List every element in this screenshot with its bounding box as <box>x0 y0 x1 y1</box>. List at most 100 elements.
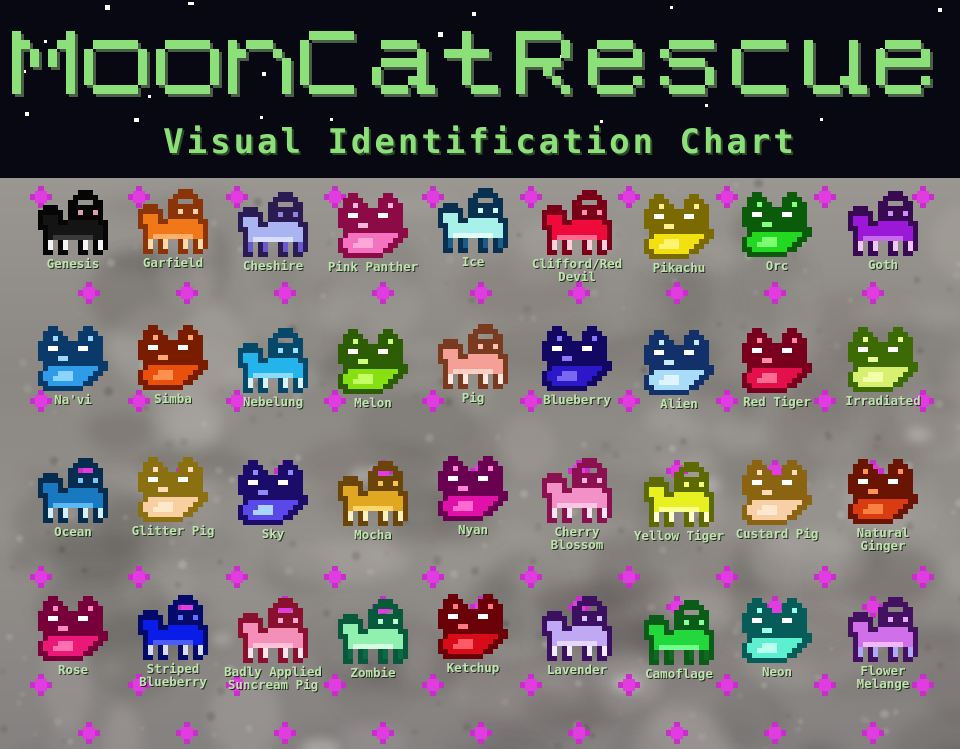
cat-card[interactable]: Na'vi <box>18 326 128 406</box>
cat-name-label: Camoflage <box>645 666 713 681</box>
cat-name-label: Pig <box>461 390 485 405</box>
cat-card[interactable]: Neon <box>722 598 832 678</box>
cat-card[interactable]: Orc <box>722 192 832 272</box>
cat-sprite <box>848 459 918 524</box>
cat-name-label: Melon <box>354 395 392 410</box>
cat-sprite <box>438 324 508 389</box>
cat-card[interactable]: Pink Panther <box>318 193 428 273</box>
cat-name-label: Nebelung <box>242 394 304 409</box>
cat-card[interactable]: Goth <box>828 191 938 271</box>
cat-sprite <box>338 599 408 664</box>
cat-sprite <box>438 188 508 253</box>
cat-sprite <box>138 189 208 254</box>
cat-name-label: Neon <box>761 664 793 679</box>
cat-card[interactable]: Cheshire <box>218 192 328 272</box>
cat-sprite <box>38 596 108 661</box>
cat-name-label: Pikachu <box>652 260 706 275</box>
cat-card[interactable]: Nebelung <box>218 328 328 408</box>
cat-name-label: Red Tiger <box>743 394 811 409</box>
cat-name-label: Rose <box>57 662 89 677</box>
cat-card[interactable]: Genesis <box>18 190 128 270</box>
mooncat-identification-chart: Visual Identification Chart Genesis Garf… <box>0 0 960 749</box>
cat-name-label: Sky <box>261 526 285 541</box>
cat-sprite <box>238 328 308 393</box>
cat-name-label: Clifford/Red Devil <box>531 256 623 284</box>
cat-card[interactable]: Lavender <box>522 596 632 676</box>
page-title <box>0 14 960 119</box>
cat-card[interactable]: Custard Pig <box>722 460 832 540</box>
cat-sprite <box>238 598 308 663</box>
cat-sprite <box>338 329 408 394</box>
cat-card[interactable]: Irradiated <box>828 327 938 407</box>
cat-card[interactable]: Camoflage <box>624 600 734 680</box>
cat-name-label: Custard Pig <box>735 526 819 541</box>
cat-sprite <box>38 326 108 391</box>
cat-card[interactable]: Zombie <box>318 599 428 679</box>
cat-card[interactable]: Blueberry <box>522 326 632 406</box>
cat-name-label: Irradiated <box>845 393 921 408</box>
cat-name-label: Glitter Pig <box>131 523 215 538</box>
cat-grid: Genesis Garfield Cheshire Pink Panther I… <box>0 178 960 749</box>
cat-sprite <box>742 328 812 393</box>
cat-name-label: Zombie <box>350 665 396 680</box>
cat-name-label: Pink Panther <box>327 259 419 274</box>
cat-sprite <box>742 192 812 257</box>
cat-sprite <box>138 595 208 660</box>
cat-sprite <box>542 190 612 255</box>
cat-sprite <box>644 330 714 395</box>
cat-name-label: Nyan <box>457 522 489 537</box>
cat-card[interactable]: Garfield <box>118 189 228 269</box>
cat-name-label: Natural Ginger <box>856 525 910 553</box>
cat-name-label: Genesis <box>46 256 100 271</box>
cat-sprite <box>848 597 918 662</box>
cat-card[interactable]: Nyan <box>418 456 528 536</box>
cat-sprite <box>848 327 918 392</box>
cat-card[interactable]: Alien <box>624 330 734 410</box>
cat-card[interactable]: Clifford/Red Devil <box>522 190 632 283</box>
cat-name-label: Ketchup <box>446 660 500 675</box>
cat-card[interactable]: Pig <box>418 324 528 404</box>
cat-card[interactable]: Ocean <box>18 458 128 538</box>
cat-name-label: Lavender <box>546 662 608 677</box>
cat-card[interactable]: Pikachu <box>624 194 734 274</box>
page-subtitle: Visual Identification Chart <box>163 122 797 162</box>
cat-card[interactable]: Simba <box>118 325 228 405</box>
cat-card[interactable]: Melon <box>318 329 428 409</box>
cat-card[interactable]: Red Tiger <box>722 328 832 408</box>
cat-card[interactable]: Mocha <box>318 461 428 541</box>
cat-card[interactable]: Flower Melange <box>828 597 938 690</box>
cat-name-label: Striped Blueberry <box>139 661 207 689</box>
chart-header: Visual Identification Chart <box>0 0 960 178</box>
cat-card[interactable]: Yellow Tiger <box>624 462 734 542</box>
cat-sprite <box>38 190 108 255</box>
cat-card[interactable]: Sky <box>218 460 328 540</box>
cat-name-label: Orc <box>765 258 789 273</box>
cat-name-label: Cherry Blossom <box>550 524 604 552</box>
cat-sprite <box>644 462 714 527</box>
cat-sprite <box>644 600 714 665</box>
cat-card[interactable]: Cherry Blossom <box>522 458 632 551</box>
cat-card[interactable]: Striped Blueberry <box>118 595 228 688</box>
cat-card[interactable]: Rose <box>18 596 128 676</box>
cat-sprite <box>438 456 508 521</box>
cat-name-label: Goth <box>867 257 899 272</box>
cat-name-label: Mocha <box>354 527 392 542</box>
cat-sprite <box>542 596 612 661</box>
cat-card[interactable]: Badly Applied Suncream Pig <box>218 598 328 691</box>
cat-name-label: Simba <box>154 391 192 406</box>
cat-sprite <box>742 598 812 663</box>
cat-name-label: Alien <box>660 396 698 411</box>
cat-name-label: Na'vi <box>54 392 92 407</box>
cat-card[interactable]: Glitter Pig <box>118 457 228 537</box>
cat-sprite <box>338 193 408 258</box>
cat-sprite <box>742 460 812 525</box>
cat-sprite <box>542 458 612 523</box>
cat-name-label: Cheshire <box>242 258 304 273</box>
cat-card[interactable]: Ketchup <box>418 594 528 674</box>
cat-name-label: Ice <box>461 254 485 269</box>
cat-card[interactable]: Ice <box>418 188 528 268</box>
cat-sprite <box>238 460 308 525</box>
cat-card[interactable]: Natural Ginger <box>828 459 938 552</box>
cat-sprite <box>138 457 208 522</box>
cat-name-label: Blueberry <box>543 392 611 407</box>
